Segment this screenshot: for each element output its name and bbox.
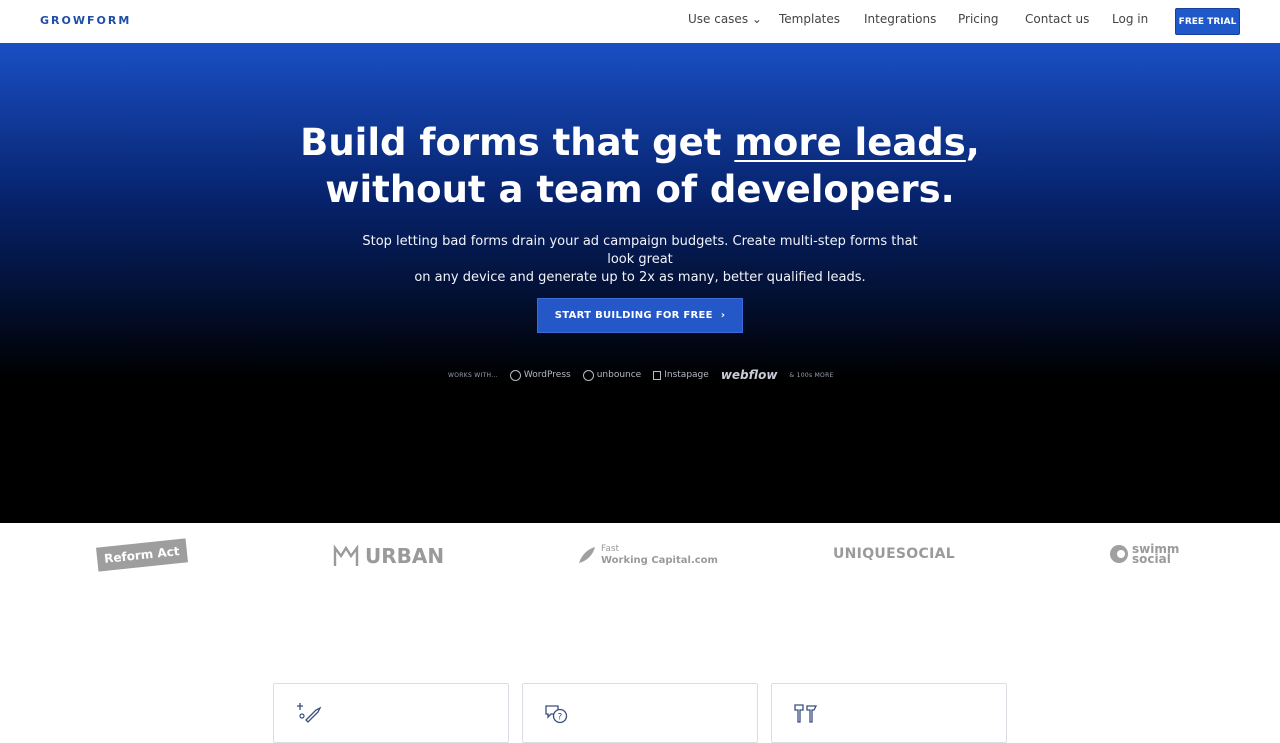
leaf-icon bbox=[579, 547, 595, 563]
nav-contact[interactable]: Contact us bbox=[1025, 12, 1089, 26]
uniquesocial-logo: UNIQUESOCIAL bbox=[833, 546, 955, 562]
swimm-social-logo: swimm social bbox=[1110, 543, 1179, 565]
fast-text: Fast bbox=[601, 544, 620, 554]
instapage-text: Instapage bbox=[664, 370, 709, 380]
webflow-logo: webflow bbox=[720, 368, 778, 382]
urban-icon bbox=[333, 544, 359, 566]
working-capital-text: Working Capital.com bbox=[601, 555, 718, 566]
fast-working-capital-logo: Fast Working Capital.com bbox=[578, 544, 718, 566]
urban-logo: URBAN bbox=[333, 544, 444, 568]
wordpress-logo: WordPress bbox=[509, 369, 571, 381]
feature-card-3 bbox=[771, 683, 1007, 743]
hero-subtitle-line2: on any device and generate up to 2x as m… bbox=[414, 270, 866, 285]
start-building-button[interactable]: START BUILDING FOR FREE › bbox=[537, 298, 743, 333]
urban-text: URBAN bbox=[365, 544, 445, 568]
unbounce-icon bbox=[582, 369, 594, 381]
chevron-right-icon: › bbox=[720, 310, 726, 321]
unbounce-logo: unbounce bbox=[582, 369, 642, 381]
start-building-label: START BUILDING FOR FREE bbox=[554, 310, 713, 321]
nav-use-cases[interactable]: Use cases ⌄ bbox=[688, 12, 762, 26]
question-chat-icon: ? bbox=[545, 705, 568, 724]
works-with-label: WORKS WITH... bbox=[448, 371, 498, 379]
nav-templates[interactable]: Templates bbox=[779, 12, 840, 26]
works-with-more: & 100s MORE bbox=[789, 371, 834, 379]
top-navbar: GROWFORM Use cases ⌄ Templates Integrati… bbox=[0, 0, 1280, 43]
money-rocket-icon bbox=[297, 703, 322, 723]
instapage-icon bbox=[653, 370, 662, 380]
brand-logo[interactable]: GROWFORM bbox=[40, 14, 131, 27]
hero-title: Build forms that get more leads, without… bbox=[0, 119, 1280, 213]
hero-title-highlight: more leads bbox=[734, 121, 966, 164]
unbounce-text: unbounce bbox=[596, 370, 642, 380]
nav-integrations[interactable]: Integrations bbox=[864, 12, 936, 26]
wordpress-text: WordPress bbox=[523, 370, 571, 380]
instapage-logo: Instapage bbox=[653, 370, 709, 380]
tools-icon bbox=[794, 704, 818, 723]
swimm-icon bbox=[1110, 545, 1128, 563]
nav-login[interactable]: Log in bbox=[1112, 12, 1148, 26]
nav-pricing[interactable]: Pricing bbox=[958, 12, 998, 26]
hero-subtitle: Stop letting bad forms drain your ad cam… bbox=[355, 233, 925, 287]
hero-title-line2: without a team of developers. bbox=[325, 168, 955, 211]
svg-text:?: ? bbox=[558, 713, 563, 723]
hero-section: Build forms that get more leads, without… bbox=[0, 43, 1280, 523]
wordpress-icon bbox=[509, 369, 521, 381]
hero-title-post: , bbox=[965, 121, 980, 164]
client-logos: URBAN Fast Working Capital.com UNIQUESOC… bbox=[0, 523, 1280, 588]
feature-card-1 bbox=[273, 683, 509, 743]
works-with-strip: WORKS WITH... WordPress unbounce Instapa… bbox=[448, 367, 834, 383]
free-trial-button[interactable]: FREE TRIAL bbox=[1175, 8, 1240, 35]
feature-card-2: ? bbox=[522, 683, 758, 743]
hero-title-pre: Build forms that get bbox=[300, 121, 735, 164]
hero-subtitle-line1: Stop letting bad forms drain your ad cam… bbox=[362, 234, 918, 267]
